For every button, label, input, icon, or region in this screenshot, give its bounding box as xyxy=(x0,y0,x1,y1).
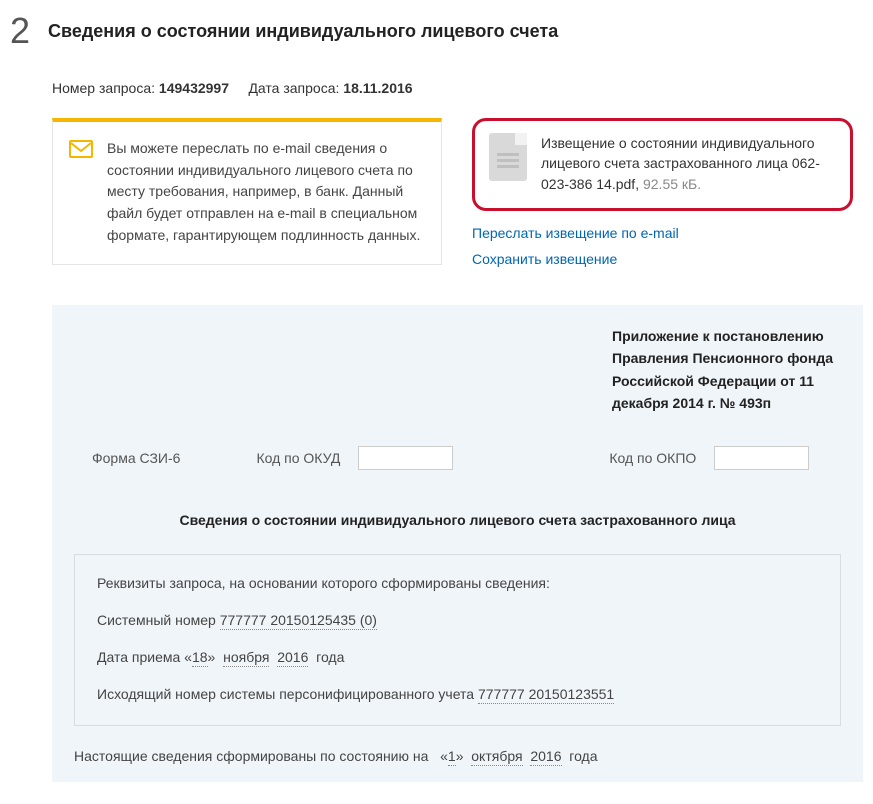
state-year: 2016 xyxy=(530,748,561,766)
request-meta: Номер запроса: 149432997 Дата запроса: 1… xyxy=(0,80,873,96)
state-day: 1 xyxy=(448,748,456,766)
form-panel: Приложение к постановлению Правления Пен… xyxy=(52,305,863,783)
forward-link[interactable]: Переслать извещение по e-mail xyxy=(472,225,853,241)
q1: « xyxy=(440,748,448,764)
accept-month: ноября xyxy=(223,649,269,667)
reqdate-label: Дата запроса: xyxy=(248,80,339,96)
accept-suffix: года xyxy=(316,649,344,665)
info-text: Вы можете переслать по e-mail сведения о… xyxy=(107,138,425,246)
step-header: 2 Сведения о состоянии индивидуального л… xyxy=(0,10,873,52)
okud-label: Код по ОКУД xyxy=(256,450,340,466)
annex-text: Приложение к постановлению Правления Пен… xyxy=(612,325,843,415)
codes-row: Форма СЗИ-6 Код по ОКУД Код по ОКПО xyxy=(52,446,863,470)
state-prefix: Настоящие сведения сформированы по состо… xyxy=(74,748,428,764)
reqnum-value: 149432997 xyxy=(159,80,229,96)
accept-year: 2016 xyxy=(277,649,308,667)
accept-day: 18 xyxy=(192,649,208,667)
document-icon xyxy=(489,133,527,181)
accept-mid: » xyxy=(208,649,216,665)
accept-prefix: Дата приема « xyxy=(97,649,192,665)
state-line: Настоящие сведения сформированы по состо… xyxy=(52,748,863,764)
req-heading: Реквизиты запроса, на основании которого… xyxy=(97,573,818,594)
state-month: октября xyxy=(471,748,522,766)
state-suffix: года xyxy=(569,748,597,764)
sysnum-value: 777777 20150125435 (0) xyxy=(220,612,377,630)
file-attachment[interactable]: Извещение о состоянии индивидуального ли… xyxy=(472,118,853,211)
mail-icon xyxy=(69,140,93,160)
form-label: Форма СЗИ-6 xyxy=(92,450,180,466)
reqnum-label: Номер запроса: xyxy=(52,80,155,96)
step-title: Сведения о состоянии индивидуального лиц… xyxy=(48,21,558,42)
q2: » xyxy=(456,748,464,764)
okpo-label: Код по ОКПО xyxy=(609,450,696,466)
okpo-input[interactable] xyxy=(714,446,809,470)
reqdate-value: 18.11.2016 xyxy=(343,80,412,96)
outnum-value: 777777 20150123551 xyxy=(478,686,614,704)
okud-input[interactable] xyxy=(358,446,453,470)
info-card: Вы можете переслать по e-mail сведения о… xyxy=(52,118,442,265)
file-text: Извещение о состоянии индивидуального ли… xyxy=(541,133,836,194)
doc-title: Сведения о состоянии индивидуального лиц… xyxy=(52,512,863,528)
request-details-box: Реквизиты запроса, на основании которого… xyxy=(74,554,841,726)
outnum-label: Исходящий номер системы персонифицирован… xyxy=(97,686,474,702)
sysnum-label: Системный номер xyxy=(97,612,216,628)
file-size: 92.55 кБ. xyxy=(643,176,701,192)
step-number: 2 xyxy=(10,10,30,52)
save-link[interactable]: Сохранить извещение xyxy=(472,251,853,267)
